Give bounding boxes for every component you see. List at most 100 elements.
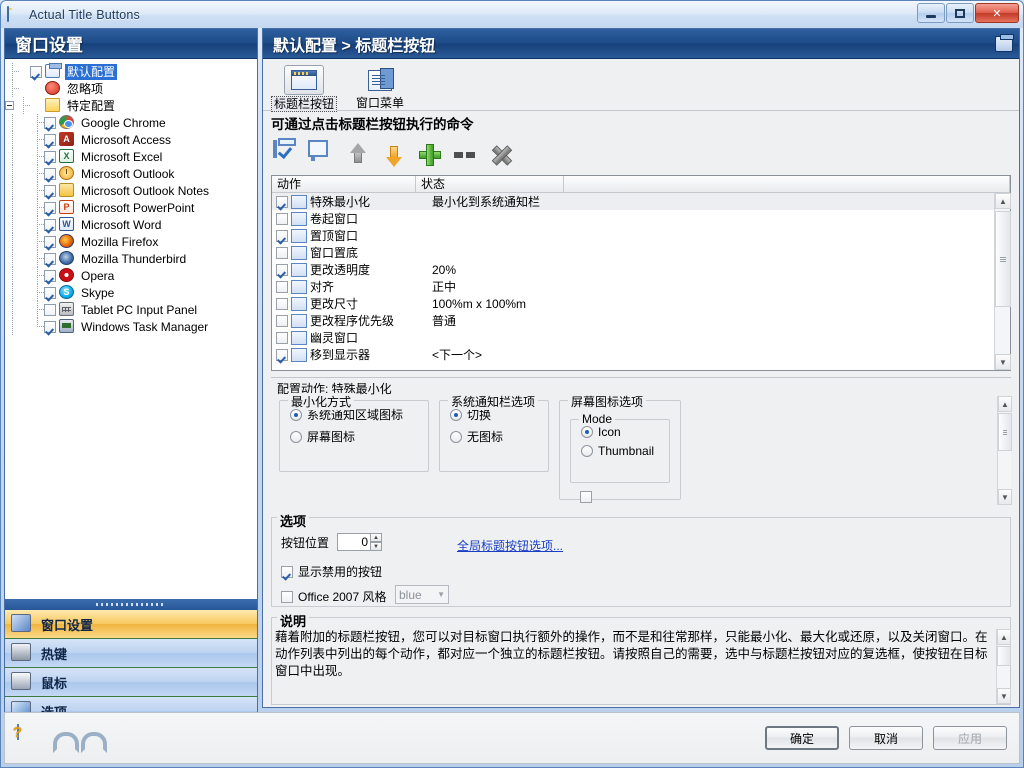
button-position-stepper[interactable]: 0 ▲ ▼ (337, 533, 371, 551)
tree-item[interactable]: Microsoft Outlook (5, 165, 257, 182)
row-checkbox[interactable] (276, 213, 288, 225)
scroll-up-arrow[interactable]: ▲ (995, 193, 1011, 209)
arrow-down-icon[interactable] (381, 142, 407, 168)
tree-checkbox[interactable] (44, 134, 56, 146)
show-disabled-buttons-checkbox[interactable]: 显示禁用的按钮 (281, 563, 382, 580)
copy-window-icon[interactable] (309, 142, 335, 168)
table-row[interactable]: 更改透明度20% (272, 261, 1010, 278)
tree-item[interactable]: Windows Task Manager (5, 318, 257, 335)
tree-checkbox[interactable] (44, 185, 56, 197)
table-row[interactable]: 特殊最小化最小化到系统通知栏 (272, 193, 1010, 210)
tree-checkbox[interactable] (44, 151, 56, 163)
tree-checkbox[interactable] (44, 219, 56, 231)
scrollbar-thumb[interactable] (997, 646, 1011, 666)
tree-checkbox[interactable] (44, 168, 56, 180)
configure-scrollbar[interactable]: ▲ ▼ (997, 396, 1011, 505)
table-row[interactable]: 更改尺寸100%m x 100%m (272, 295, 1010, 312)
maximize-button[interactable] (946, 3, 974, 23)
table-row[interactable]: 更改程序优先级普通 (272, 312, 1010, 329)
tree-expander[interactable] (5, 101, 14, 110)
column-header-extra[interactable] (564, 176, 1010, 192)
row-checkbox[interactable] (276, 315, 288, 327)
window-stack-icon[interactable] (995, 36, 1013, 52)
table-row[interactable]: 窗口置底 (272, 244, 1010, 261)
tree-checkbox[interactable] (30, 66, 42, 78)
radio-button[interactable] (290, 409, 302, 421)
cancel-button[interactable]: 取消 (849, 726, 923, 750)
radio-button[interactable] (581, 445, 593, 457)
arrow-up-icon[interactable] (345, 142, 371, 168)
scroll-down-arrow[interactable]: ▼ (997, 688, 1011, 704)
help-icon[interactable] (17, 725, 43, 751)
row-checkbox[interactable] (276, 247, 288, 259)
tree-item[interactable]: SSkype (5, 284, 257, 301)
scroll-down-arrow[interactable]: ▼ (995, 354, 1011, 370)
radio-no-icon[interactable]: 无图标 (450, 428, 548, 445)
row-checkbox[interactable] (276, 349, 288, 361)
window-titlebar[interactable]: Actual Title Buttons ✕ (1, 1, 1023, 28)
row-checkbox[interactable] (276, 230, 288, 242)
radio-screen-icon[interactable]: 屏幕图标 (290, 428, 428, 445)
stepper-up[interactable]: ▲ (370, 533, 382, 542)
radio-button[interactable] (450, 431, 462, 443)
actions-list[interactable]: 动作 状态 特殊最小化最小化到系统通知栏卷起窗口置顶窗口窗口置底更改透明度20%… (271, 175, 1011, 371)
tree-item[interactable]: 特定配置 (5, 97, 257, 114)
tree-item[interactable]: XMicrosoft Excel (5, 148, 257, 165)
tab-title-buttons[interactable]: 标题栏按钮 (269, 63, 339, 112)
tree-checkbox[interactable] (44, 202, 56, 214)
navbar-item-window-settings[interactable]: 窗口设置 (5, 610, 257, 639)
row-checkbox[interactable] (276, 281, 288, 293)
actions-list-scrollbar[interactable]: ▲ ▼ (994, 193, 1010, 370)
row-checkbox[interactable] (276, 196, 288, 208)
navbar-grip[interactable] (5, 599, 257, 610)
row-checkbox[interactable] (276, 332, 288, 344)
table-row[interactable]: 幽灵窗口 (272, 329, 1010, 346)
column-header-state[interactable]: 状态 (416, 176, 564, 192)
table-row[interactable]: 移到显示器<下一个> (272, 346, 1010, 363)
tree-item[interactable]: AMicrosoft Access (5, 131, 257, 148)
radio-button[interactable] (290, 431, 302, 443)
tree-checkbox[interactable] (44, 253, 56, 265)
row-checkbox[interactable] (276, 298, 288, 310)
stepper-down[interactable]: ▼ (370, 542, 382, 551)
tree-checkbox[interactable] (44, 321, 56, 333)
tree-item[interactable]: Mozilla Thunderbird (5, 250, 257, 267)
tree-item[interactable]: WMicrosoft Word (5, 216, 257, 233)
tree-item[interactable]: 默认配置 (5, 63, 257, 80)
table-row[interactable]: 置顶窗口 (272, 227, 1010, 244)
checkbox[interactable] (281, 566, 293, 578)
scrollbar-thumb[interactable] (995, 211, 1011, 307)
description-scrollbar[interactable]: ▲ ▼ (996, 629, 1010, 704)
plus-icon[interactable] (417, 142, 443, 168)
scroll-down-arrow[interactable]: ▼ (998, 489, 1012, 505)
office-style-color-select[interactable]: blue ▼ (395, 585, 449, 604)
navbar-item-keyboard[interactable]: 热键 (5, 639, 257, 668)
apply-button[interactable]: 应用 (933, 726, 1007, 750)
tree-item[interactable]: Mozilla Firefox (5, 233, 257, 250)
radio-button[interactable] (581, 426, 593, 438)
navbar-item-mouse[interactable]: 鼠标 (5, 668, 257, 697)
check-window-icon[interactable] (273, 142, 299, 168)
scrollbar-thumb[interactable] (998, 413, 1012, 451)
tree-item[interactable]: PMicrosoft PowerPoint (5, 199, 257, 216)
scroll-up-arrow[interactable]: ▲ (998, 396, 1012, 412)
tree-item[interactable]: Tablet PC Input Panel (5, 301, 257, 318)
radio-button[interactable] (450, 409, 462, 421)
minimize-button[interactable] (917, 3, 945, 23)
clipped-checkbox[interactable] (580, 491, 592, 503)
stepper-buttons[interactable]: ▲ ▼ (370, 533, 382, 551)
redo-icon[interactable] (79, 729, 101, 747)
office-2007-style-checkbox[interactable]: Office 2007 风格 (281, 588, 387, 605)
tree-checkbox[interactable] (44, 287, 56, 299)
tree-item[interactable]: Opera (5, 267, 257, 284)
global-title-button-options-link[interactable]: 全局标题按钮选项... (457, 537, 563, 554)
table-row[interactable]: 对齐正中 (272, 278, 1010, 295)
column-header-action[interactable]: 动作 (272, 176, 416, 192)
tab-window-menu[interactable]: 窗口菜单 (345, 63, 415, 110)
tree-checkbox[interactable] (44, 236, 56, 248)
delete-x-icon[interactable] (489, 142, 515, 168)
table-row[interactable]: 卷起窗口 (272, 210, 1010, 227)
tree-item[interactable]: Google Chrome (5, 114, 257, 131)
tree-checkbox[interactable] (44, 304, 56, 316)
radio-thumbnail-mode[interactable]: Thumbnail (581, 444, 669, 458)
